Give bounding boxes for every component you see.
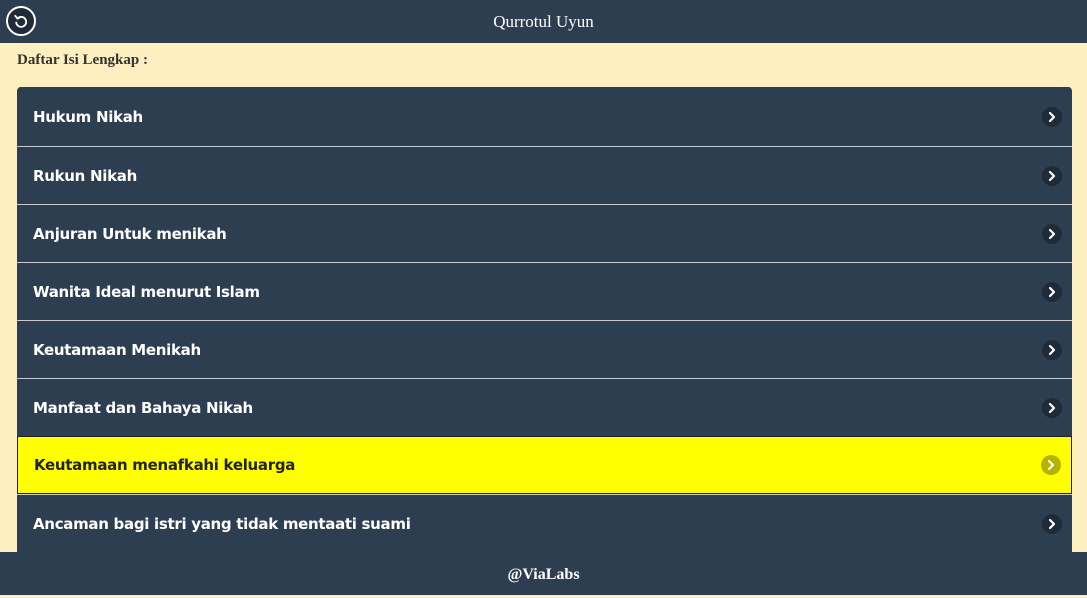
- chevron-right-icon: [1042, 107, 1062, 127]
- chevron-right-icon: [1042, 223, 1062, 244]
- list-item-active[interactable]: Keutamaan menafkahi keluarga: [17, 436, 1072, 494]
- list-item-label: Ancaman bagi istri yang tidak mentaati s…: [33, 514, 411, 533]
- app-header: Qurrotul Uyun: [0, 0, 1087, 43]
- list-item-label: Wanita Ideal menurut Islam: [33, 282, 260, 301]
- list-item-label: Manfaat dan Bahaya Nikah: [33, 398, 253, 417]
- chevron-right-icon: [1042, 339, 1062, 360]
- list-item[interactable]: Hukum Nikah: [17, 87, 1072, 146]
- list-item[interactable]: Manfaat dan Bahaya Nikah: [17, 378, 1072, 436]
- chevron-right-icon: [1042, 397, 1062, 418]
- chevron-right-icon: [1042, 165, 1062, 186]
- list-item-label: Hukum Nikah: [33, 108, 143, 126]
- list-item[interactable]: Anjuran Untuk menikah: [17, 204, 1072, 262]
- section-title: Daftar Isi Lengkap :: [17, 52, 148, 68]
- list-item[interactable]: Ancaman bagi istri yang tidak mentaati s…: [17, 494, 1072, 552]
- list-item-label: Keutamaan menafkahi keluarga: [34, 456, 296, 474]
- chevron-right-icon: [1041, 455, 1061, 475]
- list-item-label: Rukun Nikah: [33, 166, 137, 185]
- footer-credit: @ViaLabs: [507, 566, 580, 583]
- page-title: Qurrotul Uyun: [493, 12, 594, 31]
- chevron-right-icon: [1042, 513, 1062, 534]
- list-item-label: Anjuran Untuk menikah: [33, 224, 227, 243]
- main-content: Daftar Isi Lengkap : Hukum Nikah Rukun N…: [0, 43, 1087, 552]
- list-item[interactable]: Wanita Ideal menurut Islam: [17, 262, 1072, 320]
- menu-list: Hukum Nikah Rukun Nikah Anjuran Untuk me…: [17, 87, 1072, 552]
- footer: @ViaLabs: [0, 552, 1087, 595]
- list-item-label: Keutamaan Menikah: [33, 340, 201, 359]
- chevron-right-icon: [1042, 281, 1062, 302]
- list-item[interactable]: Keutamaan Menikah: [17, 320, 1072, 378]
- list-item[interactable]: Rukun Nikah: [17, 146, 1072, 204]
